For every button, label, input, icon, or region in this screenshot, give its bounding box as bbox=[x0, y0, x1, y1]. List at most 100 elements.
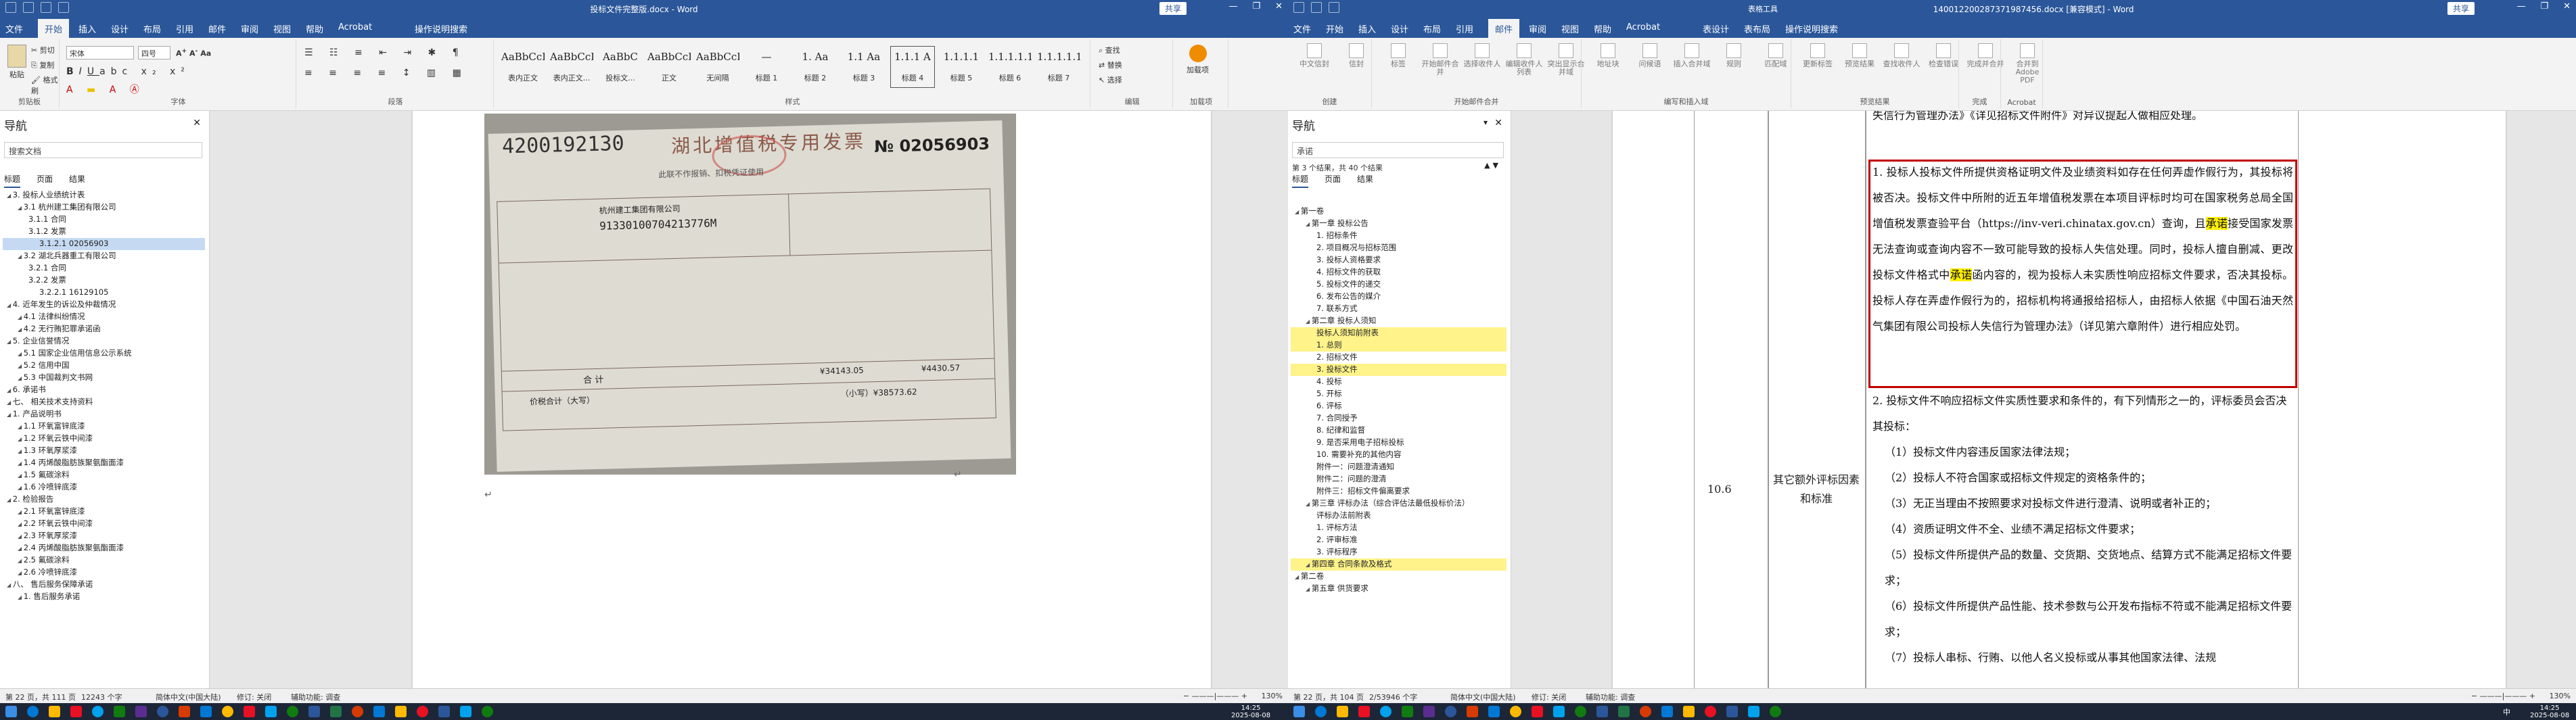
taskbar-app-icon[interactable] bbox=[244, 706, 255, 717]
input-language[interactable]: 中 bbox=[2503, 706, 2510, 717]
expand-icon[interactable]: ◢ bbox=[18, 327, 24, 333]
close-icon[interactable]: ✕ bbox=[193, 118, 201, 128]
expand-icon[interactable]: ◢ bbox=[1306, 586, 1312, 592]
taskbar-app-icon[interactable] bbox=[1380, 706, 1392, 717]
expand-icon[interactable]: ◢ bbox=[18, 546, 24, 552]
expand-icon[interactable]: ◢ bbox=[7, 387, 13, 393]
taskbar-app-icon[interactable] bbox=[135, 706, 147, 717]
nav-tab-0[interactable]: 标题 bbox=[1292, 173, 1309, 188]
nav-tab-2[interactable]: 结果 bbox=[69, 173, 85, 188]
restore-icon[interactable]: ❐ bbox=[1252, 1, 1260, 11]
expand-icon[interactable]: ◢ bbox=[18, 485, 24, 491]
nav-heading-item[interactable]: 评标办法前附表 bbox=[1291, 510, 1506, 522]
clock[interactable]: 14:25 2025-08-08 bbox=[1231, 704, 1270, 719]
nav-heading-item[interactable]: ◢ 3.2 湖北兵器重工有限公司 bbox=[3, 250, 205, 262]
tab-7[interactable]: 审阅 bbox=[1529, 22, 1546, 35]
tab-0[interactable]: 文件 bbox=[1293, 22, 1311, 35]
nav-heading-item[interactable]: ◢ 2.6 冷喷锌底漆 bbox=[3, 567, 205, 579]
start-icon[interactable] bbox=[5, 706, 17, 717]
nav-heading-item[interactable]: 1. 总则 bbox=[1291, 339, 1506, 352]
nav-heading-item[interactable]: ◢ 5. 企业信誉情况 bbox=[3, 335, 205, 347]
nav-heading-item[interactable]: 4. 招标文件的获取 bbox=[1291, 266, 1506, 279]
taskbar-app-icon[interactable] bbox=[1618, 706, 1630, 717]
nav-heading-item[interactable]: 5. 开标 bbox=[1291, 388, 1506, 400]
nav-heading-item[interactable]: ◢ 七、 相关技术支持资料 bbox=[3, 396, 205, 408]
page-count[interactable]: 第 22 页，共 104 页 bbox=[1293, 692, 1364, 702]
nav-heading-item[interactable]: ◢ 4. 近年发生的诉讼及仲裁情况 bbox=[3, 299, 205, 311]
style-5[interactable]: — 标题 1 bbox=[744, 46, 789, 88]
restore-icon[interactable]: ❐ bbox=[2540, 1, 2548, 11]
copy-button[interactable]: ⎘ 复制 bbox=[31, 59, 54, 70]
nav-heading-item[interactable]: ◢ 第二卷 bbox=[1291, 571, 1506, 583]
select-button[interactable]: ↖ 选择 bbox=[1099, 74, 1122, 85]
nav-heading-item[interactable]: 1. 评标方法 bbox=[1291, 522, 1506, 534]
taskbar-app-icon[interactable] bbox=[92, 706, 104, 717]
taskbar-app-icon[interactable] bbox=[1770, 706, 1781, 717]
minimize-icon[interactable]: — bbox=[2516, 1, 2525, 11]
expand-icon[interactable]: ◢ bbox=[1306, 562, 1312, 568]
list-buttons[interactable]: ☰ ☷ ≡ ⇤ ⇥ ✱ ¶ bbox=[304, 47, 465, 58]
nav-heading-item[interactable]: 4. 投标 bbox=[1291, 376, 1506, 388]
nav-heading-item[interactable]: ◢ 第一卷 bbox=[1291, 206, 1506, 218]
accessibility[interactable]: 辅助功能: 调查 bbox=[1586, 692, 1635, 702]
page-count[interactable]: 第 22 页，共 111 页 bbox=[5, 692, 76, 702]
nav-heading-item[interactable]: 3.1.2 发票 bbox=[3, 226, 205, 238]
cut-button[interactable]: ✂ 剪切 bbox=[31, 45, 55, 55]
expand-icon[interactable]: ◢ bbox=[7, 400, 13, 406]
expand-icon[interactable]: ◢ bbox=[1295, 209, 1301, 215]
expand-icon[interactable]: ◢ bbox=[18, 533, 24, 539]
nav-heading-item[interactable]: ◢ 1.3 环氧厚浆漆 bbox=[3, 445, 205, 457]
nav-heading-item[interactable]: 附件三：招标文件偏离要求 bbox=[1291, 485, 1506, 498]
tab-5[interactable]: 引用 bbox=[176, 22, 193, 35]
track-changes[interactable]: 修订: 关闭 bbox=[237, 692, 271, 702]
taskbar-app-icon[interactable] bbox=[1553, 706, 1565, 717]
taskbar-app-icon[interactable] bbox=[157, 706, 168, 717]
nav-heading-item[interactable]: 6. 发布公告的媒介 bbox=[1291, 291, 1506, 303]
share-button[interactable]: 共享 bbox=[2447, 2, 2475, 15]
nav-heading-item[interactable]: ◢ 1.6 冷喷锌底漆 bbox=[3, 481, 205, 494]
chevron-down-icon[interactable]: ▾ bbox=[1484, 118, 1488, 127]
taskbar-app-icon[interactable] bbox=[373, 706, 385, 717]
tab-0[interactable]: 文件 bbox=[5, 22, 23, 35]
expand-icon[interactable]: ◢ bbox=[18, 363, 24, 369]
nav-heading-item[interactable]: 3.1.2.1 02056903 bbox=[3, 238, 205, 250]
close-icon[interactable]: ✕ bbox=[1494, 118, 1502, 128]
nav-heading-item[interactable]: ◢ 2.4 丙烯酸脂肪族聚氨酯面漆 bbox=[3, 542, 205, 554]
style-1[interactable]: AaBbCcDd 表内正文... bbox=[549, 46, 594, 88]
taskbar-app-icon[interactable] bbox=[1467, 706, 1478, 717]
nav-heading-item[interactable]: 3. 投标文件 bbox=[1291, 364, 1506, 376]
nav-heading-item[interactable]: 3.2.1 合同 bbox=[3, 262, 205, 274]
style-2[interactable]: AaBbC 投标文... bbox=[598, 46, 643, 88]
nav-heading-item[interactable]: ◢ 1.1 环氧富锌底漆 bbox=[3, 421, 205, 433]
nav-heading-item[interactable]: ◢ 2.5 氟碳涂料 bbox=[3, 554, 205, 567]
share-button[interactable]: 共享 bbox=[1159, 2, 1187, 15]
taskbar-app-icon[interactable] bbox=[352, 706, 363, 717]
nav-heading-item[interactable]: 9. 是否采用电子招标投标 bbox=[1291, 437, 1506, 449]
taskbar-app-icon[interactable] bbox=[438, 706, 450, 717]
zoom-slider[interactable]: − ———|——— + bbox=[1183, 692, 1247, 700]
nav-heading-item[interactable]: 3. 投标人资格要求 bbox=[1291, 254, 1506, 266]
clock[interactable]: 14:25 2025-08-08 bbox=[2530, 704, 2569, 719]
nav-heading-item[interactable]: 8. 纪律和监督 bbox=[1291, 425, 1506, 437]
style-6[interactable]: 1. Aa 标题 2 bbox=[793, 46, 837, 88]
style-9[interactable]: 1.1.1.1 标题 5 bbox=[939, 46, 984, 88]
nav-heading-item[interactable]: ◢ 1.2 环氧云铁中间漆 bbox=[3, 433, 205, 445]
word-count[interactable]: 2/53946 个字 bbox=[1369, 692, 1417, 702]
font-name-select[interactable]: 宋体 bbox=[66, 46, 134, 59]
nav-tab-0[interactable]: 标题 bbox=[4, 173, 21, 188]
nav-heading-item[interactable]: ◢ 3. 投标人业绩统计表 bbox=[3, 189, 205, 201]
nav-heading-item[interactable]: ◢ 八、 售后服务保障承诺 bbox=[3, 579, 205, 591]
style-11[interactable]: 1.1.1.1.1.1 标题 7 bbox=[1036, 46, 1081, 88]
nav-heading-item[interactable]: 2. 招标文件 bbox=[1291, 352, 1506, 364]
nav-heading-item[interactable]: ◢ 2. 检验报告 bbox=[3, 494, 205, 506]
taskbar-app-icon[interactable] bbox=[49, 706, 60, 717]
style-3[interactable]: AaBbCcDd 正文 bbox=[647, 46, 691, 88]
tab-8[interactable]: 视图 bbox=[1561, 22, 1579, 35]
taskbar-app-icon[interactable] bbox=[417, 706, 428, 717]
result-nav-buttons[interactable]: ▲▼ bbox=[1484, 161, 1501, 170]
nav-heading-item[interactable]: ◢ 5.2 信用中国 bbox=[3, 360, 205, 372]
save-icon[interactable] bbox=[1311, 2, 1322, 13]
nav-heading-item[interactable]: ◢ 1.5 氟碳涂料 bbox=[3, 469, 205, 481]
nav-heading-item[interactable]: ◢ 5.1 国家企业信用信息公示系统 bbox=[3, 347, 205, 360]
nav-heading-item[interactable]: 10. 需要补充的其他内容 bbox=[1291, 449, 1506, 461]
